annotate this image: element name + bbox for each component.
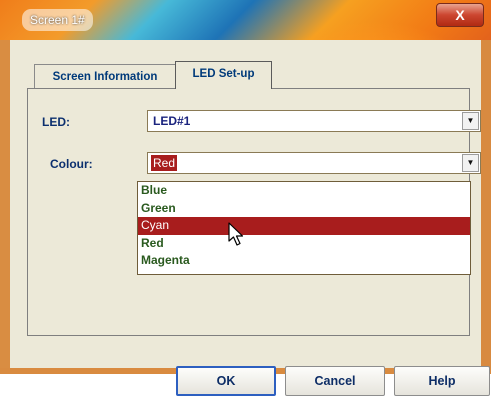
led-label: LED:: [42, 115, 70, 129]
window-title: Screen 1#: [22, 9, 93, 31]
help-button[interactable]: Help: [394, 366, 490, 396]
close-icon: X: [455, 7, 465, 23]
chevron-down-icon: ▼: [466, 116, 475, 125]
window-frame-left: [0, 40, 10, 374]
window-frame-right: [481, 40, 491, 374]
colour-option-green[interactable]: Green: [138, 200, 470, 218]
colour-select[interactable]: Red ▼: [147, 152, 481, 174]
led-select[interactable]: LED#1 ▼: [147, 110, 481, 132]
colour-option-cyan[interactable]: Cyan: [138, 217, 470, 235]
tab-led-setup[interactable]: LED Set-up: [175, 61, 272, 89]
colour-option-blue[interactable]: Blue: [138, 182, 470, 200]
close-button[interactable]: X: [436, 3, 484, 27]
colour-option-magenta[interactable]: Magenta: [138, 252, 470, 270]
dialog-window: Screen 1# X Screen Information LED Set-u…: [0, 0, 491, 396]
chevron-down-icon: ▼: [466, 158, 475, 167]
colour-option-red[interactable]: Red: [138, 235, 470, 253]
colour-dropdown-list: Blue Green Cyan Red Magenta: [137, 181, 471, 275]
colour-select-dropdown-button[interactable]: ▼: [462, 154, 479, 172]
led-select-value: LED#1: [153, 114, 191, 128]
cancel-button[interactable]: Cancel: [285, 366, 385, 396]
led-select-dropdown-button[interactable]: ▼: [462, 112, 479, 130]
colour-select-value: Red: [151, 155, 178, 171]
ok-button[interactable]: OK: [176, 366, 276, 396]
colour-label: Colour:: [50, 157, 93, 171]
tab-screen-information[interactable]: Screen Information: [34, 64, 176, 88]
title-bar[interactable]: Screen 1# X: [0, 0, 491, 40]
mouse-pointer-icon: [228, 222, 244, 246]
